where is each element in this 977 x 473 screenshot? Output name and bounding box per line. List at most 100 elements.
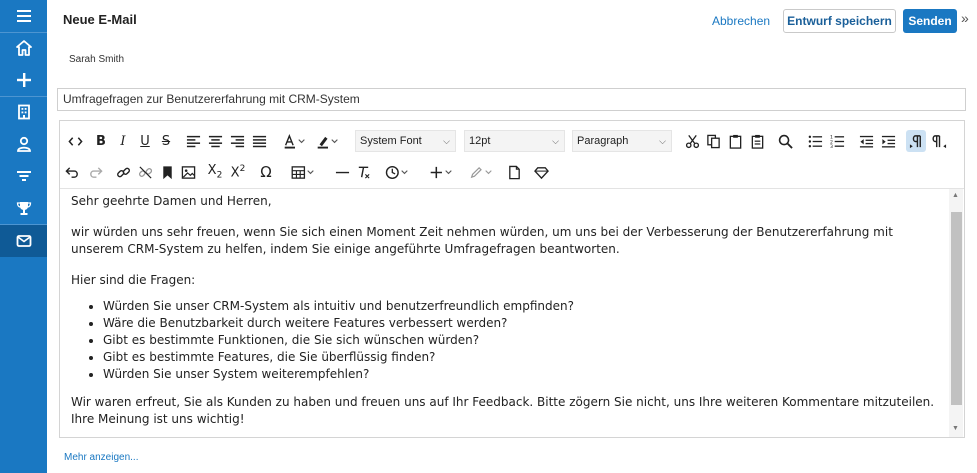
building-icon (17, 104, 30, 120)
editor-scrollbar[interactable]: ▲ ▼ (949, 189, 963, 437)
ltr-button[interactable] (906, 130, 926, 152)
sidebar (0, 0, 47, 473)
underline-icon: U (140, 133, 150, 149)
text-color-icon (284, 133, 305, 149)
insert-button[interactable] (426, 161, 456, 183)
strikethrough-button[interactable]: S (157, 130, 175, 152)
expand-panel-icon[interactable]: » (961, 10, 969, 26)
horizontal-line-button[interactable] (333, 161, 351, 183)
align-center-button[interactable] (206, 130, 224, 152)
menu-icon (16, 10, 31, 22)
scroll-down-icon[interactable]: ▼ (952, 425, 959, 432)
remove-link-button[interactable] (136, 161, 154, 183)
find-replace-button[interactable] (776, 130, 794, 152)
cancel-button[interactable]: Abbrechen (712, 14, 770, 28)
bold-button[interactable]: B (92, 130, 110, 152)
sidebar-item-accounts[interactable] (0, 96, 47, 128)
list-item: Wäre die Benutzbarkeit durch weitere Fea… (103, 315, 941, 332)
scissors-icon (685, 134, 699, 148)
scrollbar-thumb[interactable] (951, 212, 962, 405)
chevron-down-icon: ⌵ (552, 136, 559, 146)
bullet-list-button[interactable] (806, 130, 824, 152)
clipboard-icon (729, 134, 741, 149)
cut-button[interactable] (683, 130, 701, 152)
rtl-button[interactable] (929, 130, 949, 152)
menu-button[interactable] (0, 0, 47, 32)
numbered-list-button[interactable]: 123 (828, 130, 846, 152)
sidebar-item-create[interactable] (0, 64, 47, 96)
highlighter-icon (317, 136, 338, 149)
gem-icon (533, 166, 549, 179)
subject-field[interactable]: Umfragefragen zur Benutzererfahrung mit … (57, 88, 966, 111)
filter-icon (16, 171, 31, 181)
indent-button[interactable] (879, 130, 897, 152)
indent-icon (881, 135, 895, 147)
image-icon (181, 165, 195, 179)
copy-button[interactable] (704, 130, 722, 152)
insert-datetime-button[interactable] (382, 161, 412, 183)
font-family-value: System Font (360, 135, 422, 147)
rtl-paragraph-icon (931, 134, 946, 148)
list-item: Gibt es bestimmte Features, die Sie über… (103, 349, 941, 366)
align-right-icon (230, 135, 244, 147)
sidebar-item-filter[interactable] (0, 160, 47, 192)
redo-button[interactable] (86, 161, 104, 183)
closing-text: Wir waren erfreut, Sie als Kunden zu hab… (71, 395, 935, 426)
underline-button[interactable]: U (136, 130, 154, 152)
greeting-text: Sehr geehrte Damen und Herren, (71, 194, 272, 208)
document-icon (508, 165, 520, 179)
send-button[interactable]: Senden (903, 9, 957, 33)
font-family-select[interactable]: System Font ⌵ (355, 130, 456, 152)
sidebar-item-email[interactable] (0, 225, 47, 257)
italic-button[interactable]: I (114, 130, 132, 152)
align-justify-icon (252, 135, 266, 147)
align-center-icon (208, 135, 222, 147)
clear-format-icon (358, 166, 370, 179)
plus-icon (16, 73, 31, 87)
font-size-select[interactable]: 12pt ⌵ (464, 130, 565, 152)
show-more-link[interactable]: Mehr anzeigen... (64, 452, 139, 463)
text-color-button[interactable] (280, 130, 310, 152)
undo-button[interactable] (63, 161, 81, 183)
insert-link-button[interactable] (114, 161, 132, 183)
subscript-button[interactable]: X2 (205, 161, 225, 183)
table-button[interactable] (288, 161, 318, 183)
sidebar-item-contacts[interactable] (0, 128, 47, 160)
edit-button[interactable] (466, 161, 496, 183)
questions-list: Würden Sie unser CRM-System als intuitiv… (103, 298, 941, 383)
align-right-button[interactable] (228, 130, 246, 152)
copy-icon (706, 134, 720, 148)
template-button[interactable] (532, 161, 550, 183)
sender-name[interactable]: Sarah Smith (69, 54, 124, 65)
scroll-up-icon[interactable]: ▲ (952, 192, 959, 199)
email-editor: B I U S System Font ⌵ 12pt ⌵ Paragraph ⌵… (59, 120, 965, 438)
strikethrough-icon: S (161, 133, 171, 149)
link-icon (116, 167, 130, 177)
trophy-icon (16, 202, 31, 215)
pencil-icon (470, 166, 492, 178)
highlight-color-button[interactable] (313, 130, 343, 152)
clear-format-button[interactable] (354, 161, 372, 183)
home-icon (15, 40, 32, 56)
omega-icon: Ω (260, 163, 272, 181)
superscript-button[interactable]: X2 (228, 161, 248, 183)
email-body[interactable]: Sehr geehrte Damen und Herren, wir würde… (71, 193, 941, 442)
special-char-button[interactable]: Ω (257, 161, 275, 183)
insert-image-button[interactable] (179, 161, 197, 183)
toolbar-row-2: X2 X2 Ω (60, 156, 964, 187)
align-justify-button[interactable] (250, 130, 268, 152)
sidebar-item-home[interactable] (0, 32, 47, 64)
block-format-select[interactable]: Paragraph ⌵ (572, 130, 672, 152)
anchor-button[interactable] (158, 161, 176, 183)
sidebar-item-goals[interactable] (0, 192, 47, 224)
contact-icon (16, 136, 31, 152)
paste-text-button[interactable] (748, 130, 766, 152)
outdent-button[interactable] (857, 130, 875, 152)
align-left-button[interactable] (184, 130, 202, 152)
paste-button[interactable] (726, 130, 744, 152)
save-draft-button[interactable]: Entwurf speichern (783, 9, 896, 33)
intro-text: wir würden uns sehr freuen, wenn Sie sic… (71, 225, 893, 256)
table-icon (291, 165, 314, 179)
new-document-button[interactable] (505, 161, 523, 183)
source-code-button[interactable] (65, 130, 85, 152)
